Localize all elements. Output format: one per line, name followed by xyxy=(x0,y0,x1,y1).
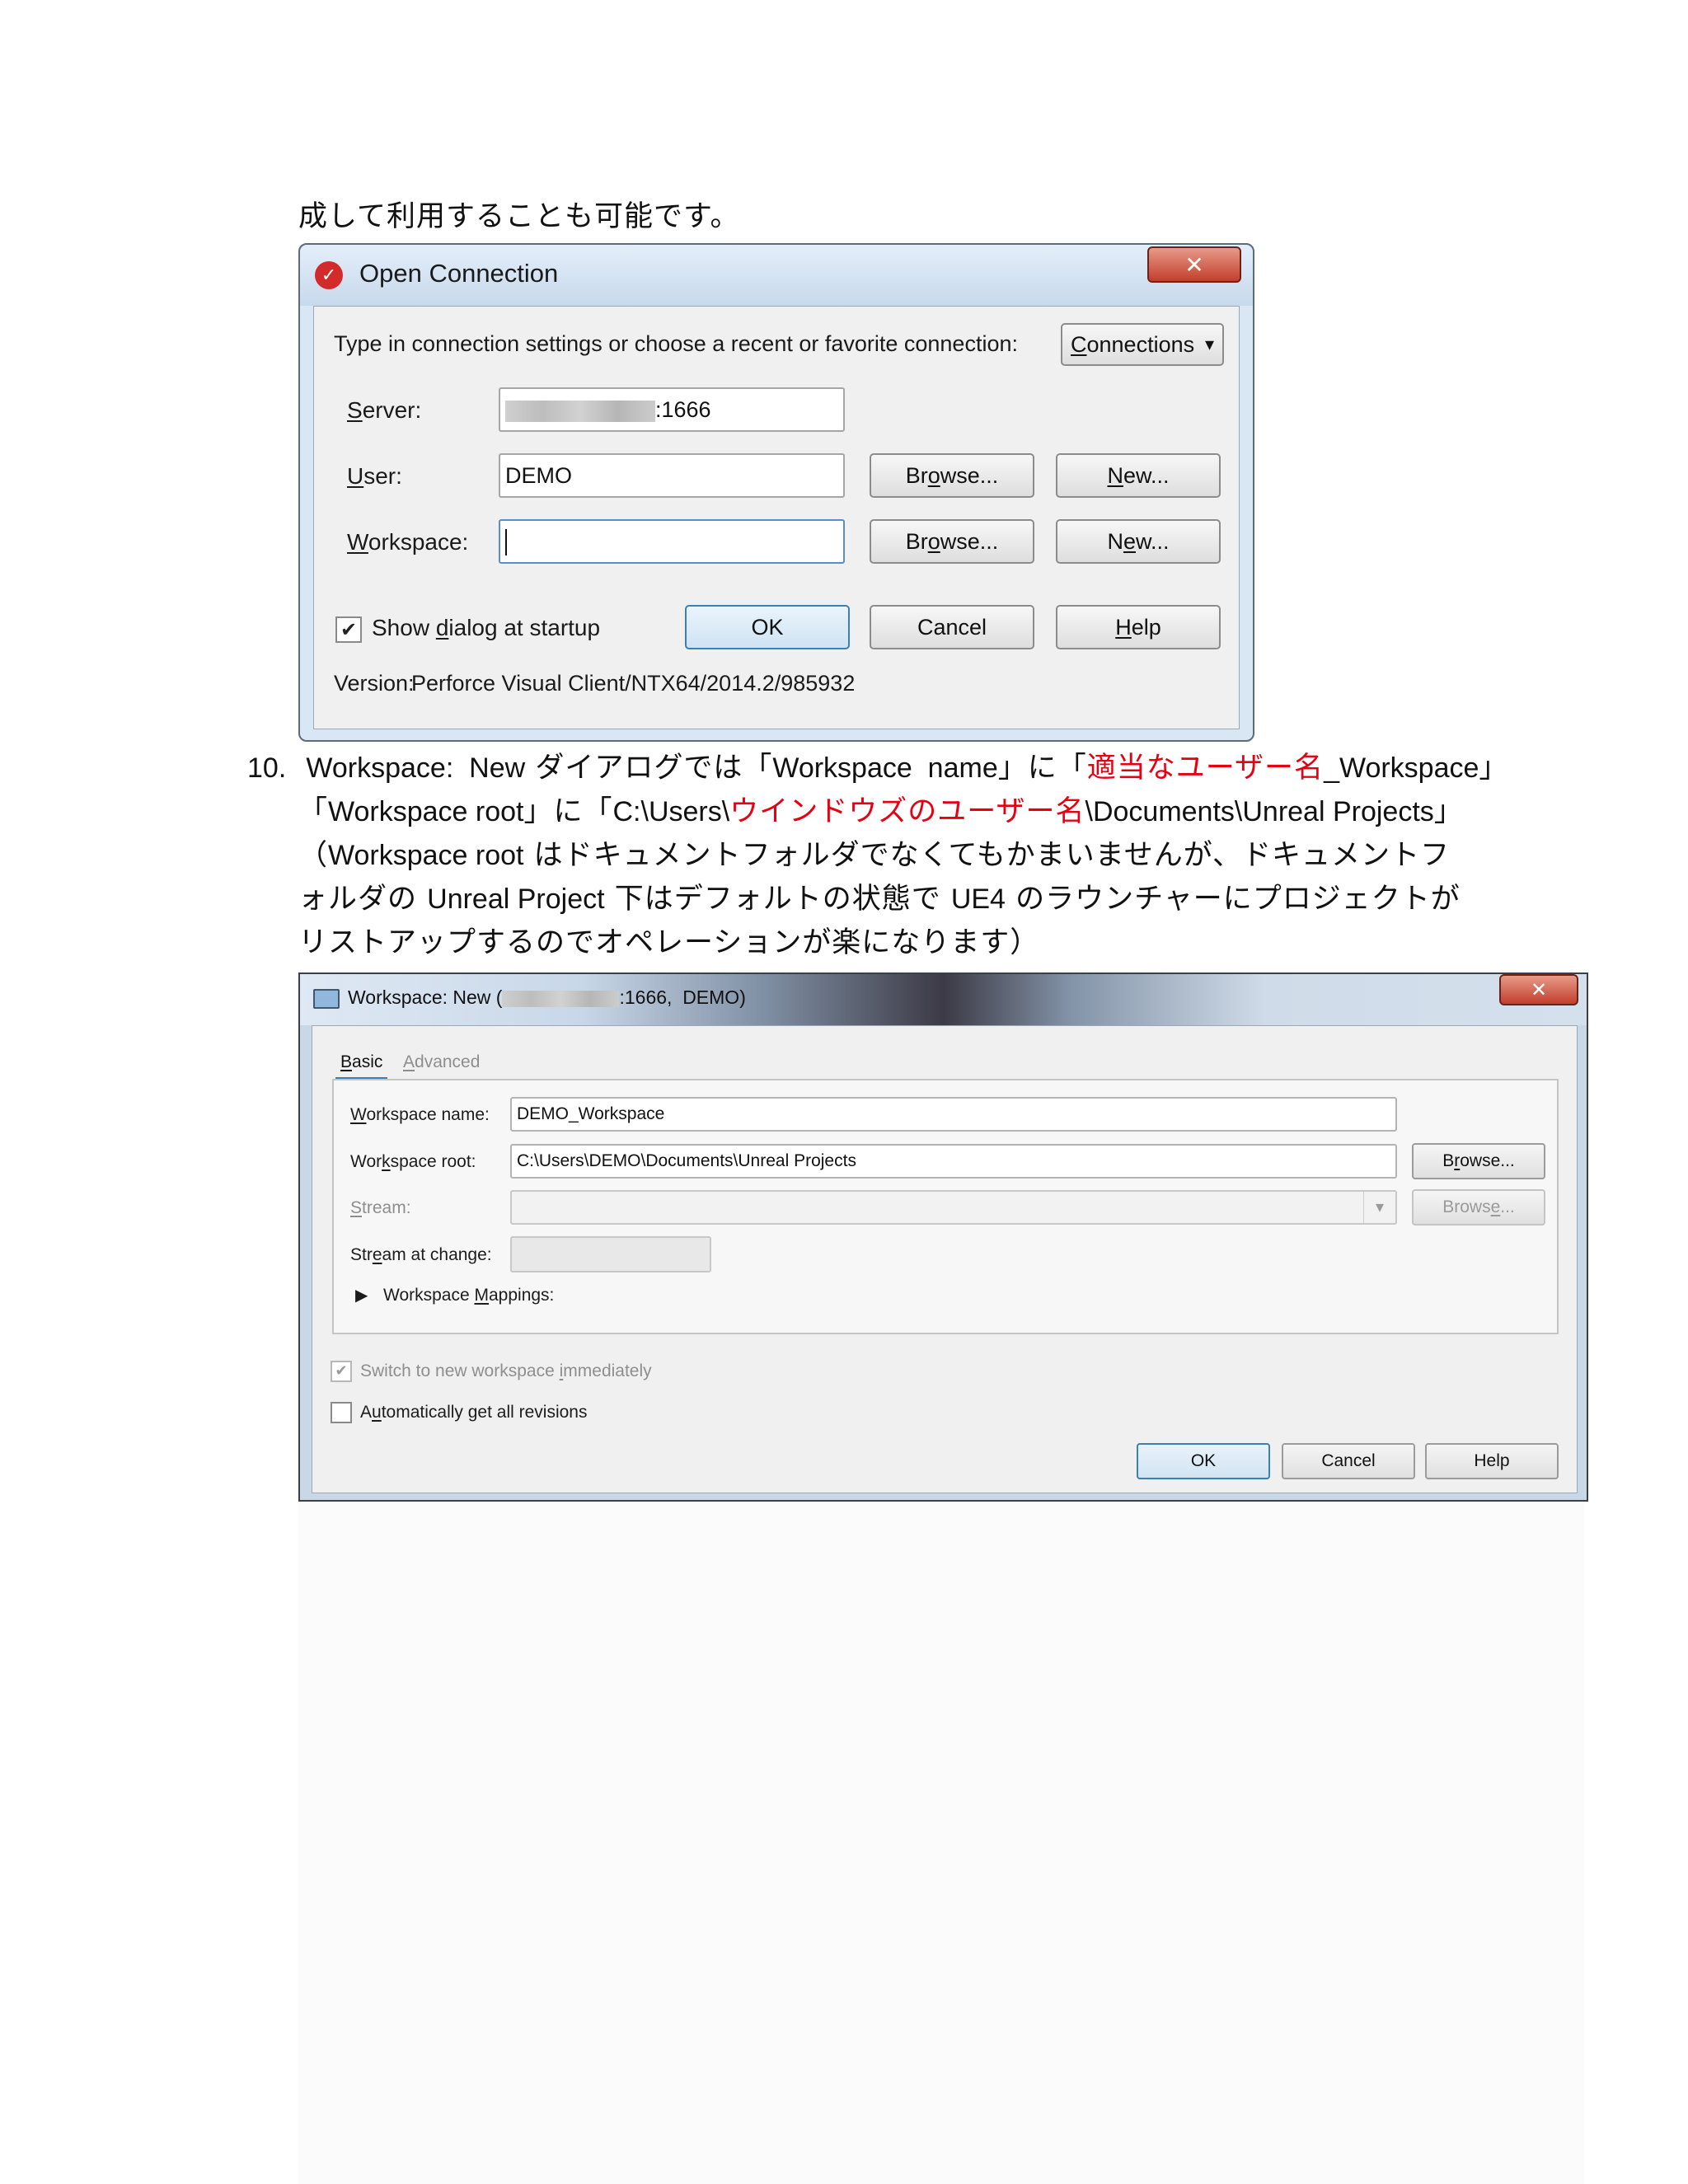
cancel-button[interactable]: Cancel xyxy=(870,605,1034,649)
perforce-logo-icon: ✓ xyxy=(315,261,343,289)
server-input[interactable]: :1666 xyxy=(499,387,845,432)
expand-triangle-icon[interactable]: ▶ xyxy=(355,1285,368,1305)
dialog-title: Workspace: New (:1666, DEMO) xyxy=(348,987,746,1008)
text-cursor xyxy=(505,529,507,555)
title-bar: Workspace: New (:1666, DEMO) ✕ xyxy=(300,974,1587,1025)
connection-prompt: Type in connection settings or choose a … xyxy=(334,331,1018,356)
close-icon: ✕ xyxy=(1184,251,1204,279)
page-background-fade xyxy=(298,1500,1584,2184)
server-label: Server: xyxy=(347,397,422,423)
user-new-button[interactable]: New... xyxy=(1056,453,1221,498)
workspace-name-input[interactable]: DEMO_Workspace xyxy=(510,1097,1397,1132)
auto-get-revisions-label: Automatically get all revisions xyxy=(360,1403,588,1422)
workspace-input[interactable] xyxy=(499,519,845,564)
close-button[interactable]: ✕ xyxy=(1499,974,1578,1005)
workspace-root-input[interactable]: C:\Users\DEMO\Documents\Unreal Projects xyxy=(510,1144,1397,1179)
user-label: User: xyxy=(347,463,402,489)
workspace-new-dialog: Workspace: New (:1666, DEMO) ✕ Basic Adv… xyxy=(298,972,1588,1502)
workspace-root-label: Workspace root: xyxy=(350,1152,476,1171)
emphasis-windows-username: ウインドウズのユーザー名 xyxy=(729,795,1085,828)
title-bar: ✓ Open Connection ✕ xyxy=(300,245,1253,306)
stream-at-change-input[interactable] xyxy=(510,1236,711,1272)
open-connection-dialog: ✓ Open Connection ✕ Type in connection s… xyxy=(298,243,1254,742)
show-dialog-label: Show dialog at startup xyxy=(372,615,601,640)
stream-browse-button[interactable]: Browse... xyxy=(1412,1189,1545,1226)
emphasis-username: 適当なユーザー名 xyxy=(1086,752,1325,785)
stream-label: Stream: xyxy=(350,1198,411,1217)
help-button[interactable]: Help xyxy=(1425,1443,1559,1479)
step-10-line-4: ォルダの Unreal Project 下はデフォルトの状態で UE4 のラウン… xyxy=(298,883,1461,916)
stream-at-change-label: Stream at change: xyxy=(350,1245,492,1264)
connections-dropdown[interactable]: Connections ▾ xyxy=(1061,323,1224,366)
dialog-body: Type in connection settings or choose a … xyxy=(313,306,1240,729)
tab-advanced[interactable]: Advanced xyxy=(398,1052,485,1077)
user-input[interactable]: DEMO xyxy=(499,453,845,498)
auto-get-revisions-checkbox[interactable] xyxy=(331,1402,352,1423)
show-dialog-checkbox[interactable]: ✔ xyxy=(335,616,362,643)
monitor-icon xyxy=(313,989,340,1009)
version-value: Perforce Visual Client/NTX64/2014.2/9859… xyxy=(411,671,856,696)
redacted-server-address xyxy=(505,400,655,422)
switch-workspace-checkbox[interactable]: ✔ xyxy=(331,1361,352,1382)
chevron-down-icon: ▾ xyxy=(1363,1192,1395,1223)
intro-line: 成して利用することも可能です。 xyxy=(298,200,740,233)
dialog-title: Open Connection xyxy=(359,259,559,288)
step-10-line-3: （Workspace root はドキュメントフォルダでなくてもかまいませんが、… xyxy=(298,839,1451,872)
step-10-line-5: リストアップするのでオペレーションが楽になります） xyxy=(298,926,1040,959)
ok-button[interactable]: OK xyxy=(685,605,850,649)
close-icon: ✕ xyxy=(1530,978,1548,1001)
dialog-body: Basic Advanced Workspace name: DEMO_Work… xyxy=(312,1025,1578,1493)
step-10-line-2: 「Workspace root」に「C:\Users\ウインドウズのユーザー名\… xyxy=(298,795,1464,828)
stream-dropdown[interactable]: ▾ xyxy=(510,1190,1397,1225)
workspace-root-browse-button[interactable]: Browse... xyxy=(1412,1143,1545,1179)
workspace-mappings-label[interactable]: Workspace Mappings: xyxy=(383,1286,554,1305)
version-label: Version: xyxy=(334,671,415,696)
cancel-button[interactable]: Cancel xyxy=(1282,1443,1415,1479)
workspace-label: Workspace: xyxy=(347,529,469,555)
check-icon: ✔ xyxy=(335,1362,348,1380)
chevron-down-icon: ▾ xyxy=(1204,334,1214,354)
step-10-line-1: 10. Workspace: New ダイアログでは「Workspace nam… xyxy=(247,752,1509,785)
redacted-server-address xyxy=(502,990,620,1007)
switch-workspace-label: Switch to new workspace immediately xyxy=(360,1361,652,1380)
tab-basic[interactable]: Basic xyxy=(335,1052,388,1080)
check-icon: ✔ xyxy=(340,618,358,641)
ok-button[interactable]: OK xyxy=(1137,1443,1270,1479)
workspace-name-label: Workspace name: xyxy=(350,1105,490,1124)
basic-tab-panel: Workspace name: DEMO_Workspace Workspace… xyxy=(332,1079,1559,1334)
workspace-browse-button[interactable]: Browse... xyxy=(870,519,1034,564)
workspace-new-button[interactable]: New... xyxy=(1056,519,1221,564)
close-button[interactable]: ✕ xyxy=(1147,246,1241,283)
user-browse-button[interactable]: Browse... xyxy=(870,453,1034,498)
help-button[interactable]: Help xyxy=(1056,605,1221,649)
